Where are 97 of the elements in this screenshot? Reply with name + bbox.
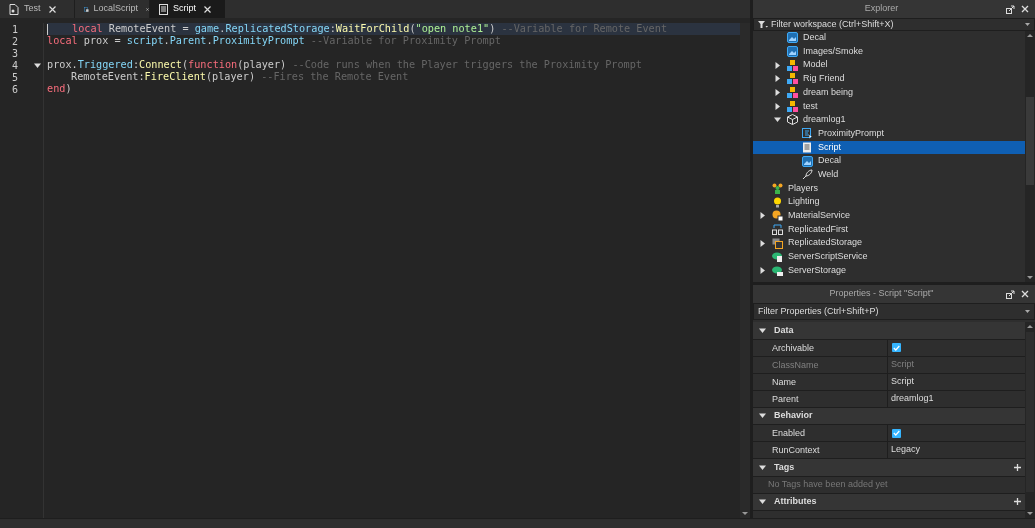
- expand-arrow-icon[interactable]: [774, 102, 781, 110]
- tree-item[interactable]: ServerScriptService: [753, 250, 1025, 264]
- line-number: 6: [10, 82, 18, 97]
- checkbox[interactable]: [892, 343, 901, 352]
- expand-arrow-icon[interactable]: [759, 239, 766, 247]
- dropdown-arrow-icon[interactable]: [1025, 23, 1030, 26]
- script-icon: [802, 141, 813, 153]
- tree-item[interactable]: Images/Smoke: [753, 44, 1025, 59]
- property-name: Name: [753, 373, 888, 390]
- code-line: prox.Triggered:Connect(function(player) --Code runs when the Player triggers the Proximity Prompt: [47, 58, 642, 72]
- collapse-arrow-icon[interactable]: [759, 412, 766, 420]
- section-header[interactable]: Data: [753, 322, 1025, 340]
- text-cursor: [47, 23, 48, 35]
- scrollbar[interactable]: [1025, 322, 1035, 518]
- blocks-icon: [787, 59, 798, 71]
- expand-arrow-icon[interactable]: [774, 61, 781, 69]
- dropdown-arrow-icon[interactable]: [1025, 310, 1030, 313]
- tree-item[interactable]: ServerStorage: [753, 263, 1025, 278]
- tree-item[interactable]: Decal: [753, 154, 1025, 168]
- filter-icon: [758, 21, 768, 28]
- property-value[interactable]: Script: [888, 374, 914, 389]
- undock-icon[interactable]: [1006, 289, 1015, 299]
- tree-item[interactable]: test: [753, 99, 1025, 114]
- collapse-arrow-icon[interactable]: [759, 326, 766, 334]
- filter-field[interactable]: Filter Properties (Ctrl+Shift+P): [753, 303, 1035, 320]
- line-number: 1: [10, 22, 18, 37]
- image-icon: [787, 32, 798, 44]
- close-icon[interactable]: [1021, 5, 1029, 13]
- line-number: 5: [10, 70, 18, 85]
- expand-arrow-icon[interactable]: [774, 89, 781, 97]
- collapse-arrow-icon[interactable]: [34, 61, 41, 69]
- code-line: local prox = script.Parent.ProximityPrompt --Variable for Proximity Prompt: [47, 34, 501, 49]
- tree-item[interactable]: dreamlog1: [753, 113, 1025, 127]
- tree-item[interactable]: dream being: [753, 85, 1025, 100]
- property-value[interactable]: Legacy: [888, 443, 921, 457]
- collapse-arrow-icon[interactable]: [759, 498, 766, 506]
- editor-tab[interactable]: Script: [150, 0, 225, 18]
- code-line: RemoteEvent:FireClient(player) --Fires the Remote Event: [70, 70, 409, 85]
- close-icon[interactable]: [48, 5, 56, 13]
- collapse-arrow-icon[interactable]: [774, 116, 781, 124]
- property-name: ClassName: [753, 356, 888, 373]
- tree-item[interactable]: Players: [753, 181, 1025, 196]
- blocks-icon: [787, 73, 798, 85]
- tree-item[interactable]: Script: [753, 140, 1025, 155]
- tree-item[interactable]: MaterialService: [753, 208, 1025, 223]
- code-line: local RemoteEvent = game.ReplicatedStorage:WaitForChild("open note1") --Variable for Remote Event: [71, 22, 668, 36]
- tree-item[interactable]: ReplicatedFirst: [753, 222, 1025, 237]
- property-value: Script: [890, 357, 914, 371]
- close-icon[interactable]: [204, 5, 211, 13]
- line-number: 2: [10, 34, 18, 49]
- panel-title: Explorer: [863, 2, 900, 16]
- line-number: 3: [10, 46, 18, 61]
- empty-message: No Tags have been added yet: [768, 477, 888, 491]
- close-icon[interactable]: [1021, 290, 1029, 298]
- property-name: Archivable: [753, 339, 888, 356]
- tree-item[interactable]: Decal: [753, 31, 1025, 45]
- code-line: end): [47, 82, 72, 97]
- scrollbar[interactable]: [1025, 31, 1035, 282]
- people-icon: [772, 182, 783, 194]
- filter-field[interactable]: Filter workspace (Ctrl+Shift+X): [753, 18, 1035, 31]
- storage-icon: [772, 237, 783, 249]
- add-icon[interactable]: [1014, 463, 1021, 471]
- expand-arrow-icon[interactable]: [774, 75, 781, 83]
- tree-item[interactable]: ReplicatedStorage: [753, 236, 1025, 250]
- tree-item[interactable]: ProximityPrompt: [753, 126, 1025, 141]
- add-icon[interactable]: [1014, 498, 1021, 506]
- document-icon: [9, 3, 19, 15]
- cube-icon: [787, 114, 798, 126]
- image-icon: [802, 155, 813, 167]
- cloud-storage-icon: [772, 265, 783, 277]
- expand-arrow-icon[interactable]: [759, 212, 766, 220]
- property-value[interactable]: dreamlog1: [888, 391, 934, 406]
- tree-item[interactable]: Lighting: [753, 195, 1025, 209]
- lightbulb-icon: [772, 196, 783, 208]
- material-icon: [772, 210, 783, 222]
- panel-title: Properties - Script "Script": [828, 287, 935, 301]
- tree-item[interactable]: Weld: [753, 167, 1025, 182]
- blocks-icon: [787, 100, 798, 112]
- tree-item[interactable]: Rig Friend: [753, 72, 1025, 86]
- image-icon: [787, 46, 798, 58]
- section-header[interactable]: Tags: [753, 459, 1025, 477]
- weld-icon: [802, 169, 813, 181]
- property-name: Enabled: [753, 425, 888, 441]
- script-icon: [159, 3, 168, 15]
- tree-item[interactable]: Model: [753, 58, 1025, 73]
- property-name: RunContext: [753, 442, 888, 458]
- checkbox[interactable]: [892, 428, 901, 438]
- scrollbar[interactable]: [740, 23, 750, 518]
- property-name: Parent: [753, 390, 888, 407]
- expand-arrow-icon[interactable]: [759, 267, 766, 275]
- line-number: 4: [10, 58, 18, 73]
- prompt-icon: [802, 128, 813, 140]
- undock-icon[interactable]: [1006, 4, 1015, 14]
- blocks-icon: [787, 87, 798, 99]
- collapse-arrow-icon[interactable]: [759, 463, 766, 471]
- replicate-icon: [772, 223, 783, 235]
- cloud-script-icon: [772, 251, 783, 263]
